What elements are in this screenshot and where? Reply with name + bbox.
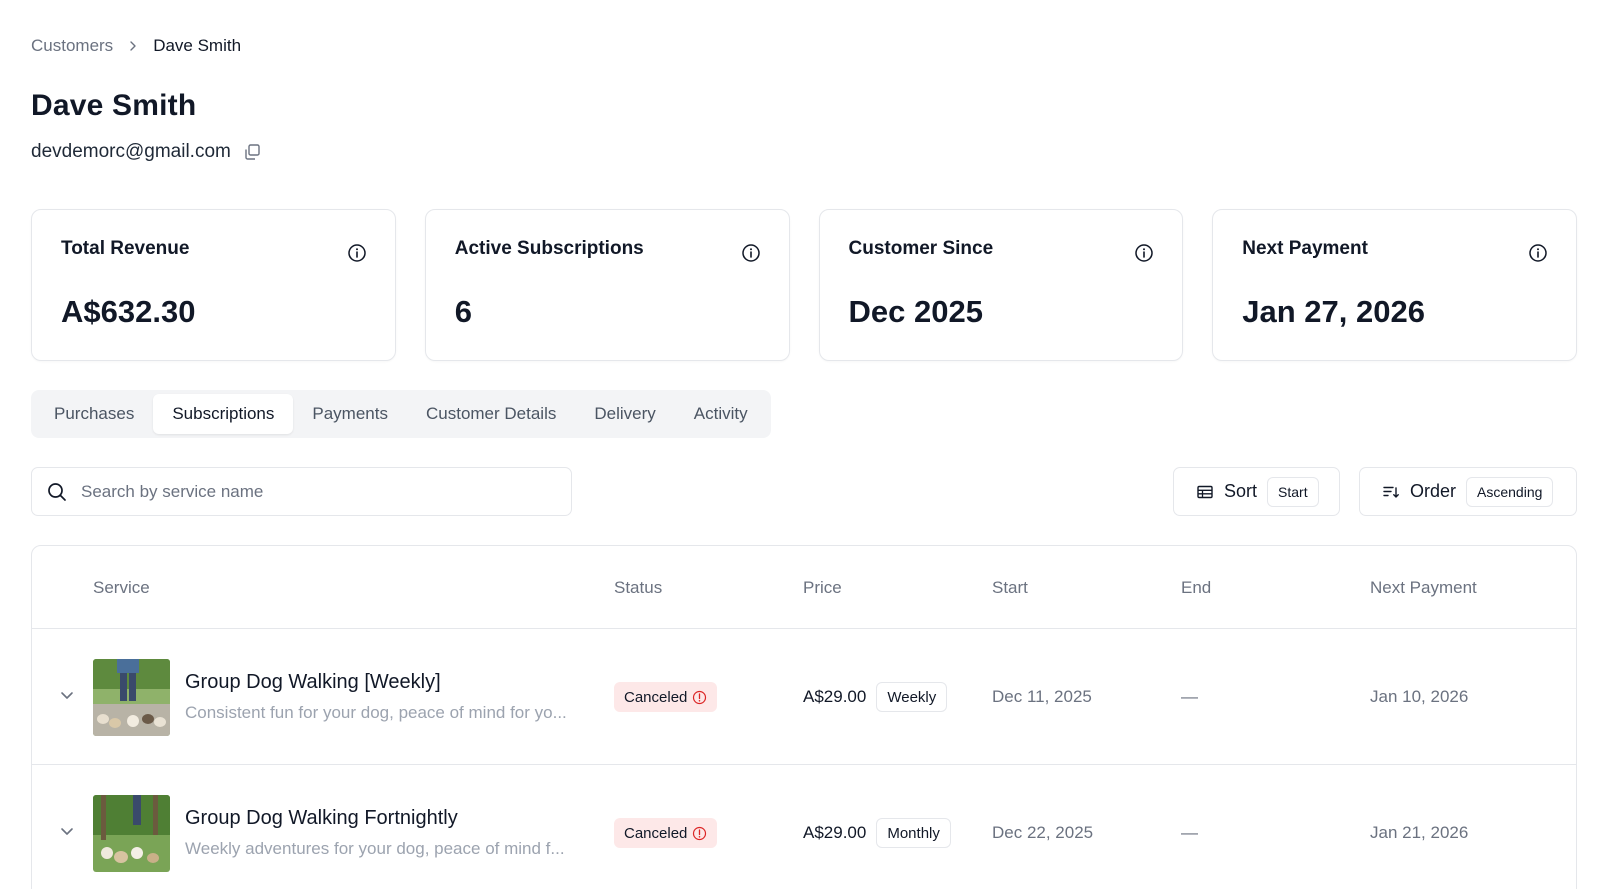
next-payment-cell: Jan 10, 2026 bbox=[1370, 629, 1468, 765]
service-thumbnail bbox=[93, 658, 170, 736]
sort-value: Start bbox=[1267, 476, 1319, 507]
tab-bar: Purchases Subscriptions Payments Custome… bbox=[31, 390, 771, 438]
frequency-chip: Weekly bbox=[876, 682, 948, 712]
start-date: Dec 11, 2025 bbox=[992, 687, 1092, 706]
order-button[interactable]: Order Ascending bbox=[1359, 467, 1577, 516]
price-value: A$29.00 bbox=[803, 687, 867, 706]
status-label: Canceled bbox=[624, 824, 688, 842]
warning-info-icon[interactable] bbox=[692, 826, 707, 841]
stats-row: Total Revenue A$632.30 Active Subscripti… bbox=[31, 209, 1577, 361]
tab-delivery[interactable]: Delivery bbox=[575, 394, 674, 434]
price-value: A$29.00 bbox=[803, 823, 867, 842]
status-cell: Canceled bbox=[614, 629, 718, 765]
status-label: Canceled bbox=[624, 688, 688, 706]
info-icon[interactable] bbox=[1528, 243, 1548, 263]
sort-button[interactable]: Sort Start bbox=[1173, 467, 1340, 516]
order-label: Order bbox=[1410, 481, 1457, 501]
service-thumbnail bbox=[93, 794, 170, 872]
chevron-down-icon[interactable] bbox=[57, 685, 77, 705]
customer-email: devdemorc@gmail.com bbox=[31, 141, 231, 162]
order-value: Ascending bbox=[1466, 476, 1554, 507]
sort-label: Sort bbox=[1224, 481, 1258, 501]
column-header-status: Status bbox=[614, 577, 663, 597]
price-cell: A$29.00 Weekly bbox=[803, 629, 948, 765]
service-text: Group Dog Walking Fortnightly Weekly adv… bbox=[185, 807, 597, 859]
tab-activity[interactable]: Activity bbox=[675, 394, 767, 434]
warning-info-icon[interactable] bbox=[692, 690, 707, 705]
breadcrumb-current: Dave Smith bbox=[153, 36, 242, 55]
copy-icon[interactable] bbox=[243, 143, 261, 161]
info-icon[interactable] bbox=[1134, 243, 1154, 263]
subscriptions-table: Service Status Price Start End Next Paym… bbox=[31, 545, 1577, 889]
info-icon[interactable] bbox=[347, 243, 367, 263]
next-payment-date: Jan 10, 2026 bbox=[1370, 687, 1469, 706]
table-row[interactable]: Group Dog Walking [Weekly] Consistent fu… bbox=[32, 629, 1576, 765]
stat-card-total-revenue: Total Revenue A$632.30 bbox=[31, 209, 396, 361]
search-input[interactable] bbox=[81, 481, 541, 502]
start-date: Dec 22, 2025 bbox=[992, 823, 1094, 842]
start-cell: Dec 22, 2025 bbox=[992, 765, 1093, 889]
page-title: Dave Smith bbox=[31, 89, 197, 122]
stat-label: Total Revenue bbox=[61, 238, 190, 259]
end-date: — bbox=[1181, 687, 1198, 706]
column-header-service: Service bbox=[93, 577, 150, 597]
column-header-start: Start bbox=[992, 577, 1028, 597]
column-header-end: End bbox=[1181, 577, 1212, 597]
service-description: Consistent fun for your dog, peace of mi… bbox=[185, 703, 567, 722]
customer-detail-page: Customers Dave Smith Dave Smith devdemor… bbox=[0, 0, 1600, 889]
column-header-price: Price bbox=[803, 577, 842, 597]
stat-card-customer-since: Customer Since Dec 2025 bbox=[818, 209, 1184, 361]
tab-subscriptions[interactable]: Subscriptions bbox=[153, 394, 294, 434]
search-box bbox=[31, 467, 572, 516]
chevron-down-icon[interactable] bbox=[57, 821, 77, 841]
stat-card-active-subscriptions: Active Subscriptions 6 bbox=[424, 209, 790, 361]
service-name[interactable]: Group Dog Walking Fortnightly bbox=[185, 807, 597, 830]
table-row[interactable]: Group Dog Walking Fortnightly Weekly adv… bbox=[32, 765, 1576, 889]
search-icon bbox=[46, 481, 68, 503]
next-payment-date: Jan 21, 2026 bbox=[1370, 823, 1469, 842]
chevron-right-icon bbox=[123, 40, 143, 52]
status-badge: Canceled bbox=[614, 682, 718, 712]
status-badge: Canceled bbox=[614, 818, 718, 848]
sort-order-icon bbox=[1382, 483, 1400, 501]
tab-customer-details[interactable]: Customer Details bbox=[407, 394, 575, 434]
stat-value: 6 bbox=[454, 294, 472, 329]
end-date: — bbox=[1181, 823, 1198, 842]
customer-email-row: devdemorc@gmail.com bbox=[31, 141, 261, 163]
tab-purchases[interactable]: Purchases bbox=[35, 394, 153, 434]
service-name[interactable]: Group Dog Walking [Weekly] bbox=[185, 671, 597, 694]
start-cell: Dec 11, 2025 bbox=[992, 629, 1092, 765]
frequency-chip: Monthly bbox=[876, 818, 951, 848]
stat-label: Active Subscriptions bbox=[454, 238, 644, 259]
status-cell: Canceled bbox=[614, 765, 718, 889]
stat-value: Jan 27, 2026 bbox=[1242, 294, 1425, 329]
tab-payments[interactable]: Payments bbox=[293, 394, 407, 434]
stat-card-next-payment: Next Payment Jan 27, 2026 bbox=[1212, 209, 1577, 361]
breadcrumb: Customers Dave Smith bbox=[31, 36, 241, 56]
service-cell: Group Dog Walking Fortnightly Weekly adv… bbox=[93, 765, 597, 889]
table-header: Service Status Price Start End Next Paym… bbox=[32, 546, 1576, 629]
stat-value: Dec 2025 bbox=[848, 294, 983, 329]
price-cell: A$29.00 Monthly bbox=[803, 765, 951, 889]
end-cell: — bbox=[1181, 629, 1198, 765]
end-cell: — bbox=[1181, 765, 1198, 889]
stat-value: A$632.30 bbox=[61, 294, 196, 329]
service-cell: Group Dog Walking [Weekly] Consistent fu… bbox=[93, 629, 597, 765]
service-text: Group Dog Walking [Weekly] Consistent fu… bbox=[185, 671, 597, 723]
column-header-next-payment: Next Payment bbox=[1370, 577, 1477, 597]
stat-label: Customer Since bbox=[848, 238, 994, 259]
breadcrumb-customers-link[interactable]: Customers bbox=[31, 36, 113, 56]
stat-label: Next Payment bbox=[1242, 238, 1368, 259]
next-payment-cell: Jan 21, 2026 bbox=[1370, 765, 1468, 889]
info-icon[interactable] bbox=[741, 243, 761, 263]
table-icon bbox=[1196, 483, 1214, 501]
service-description: Weekly adventures for your dog, peace of… bbox=[185, 839, 565, 858]
